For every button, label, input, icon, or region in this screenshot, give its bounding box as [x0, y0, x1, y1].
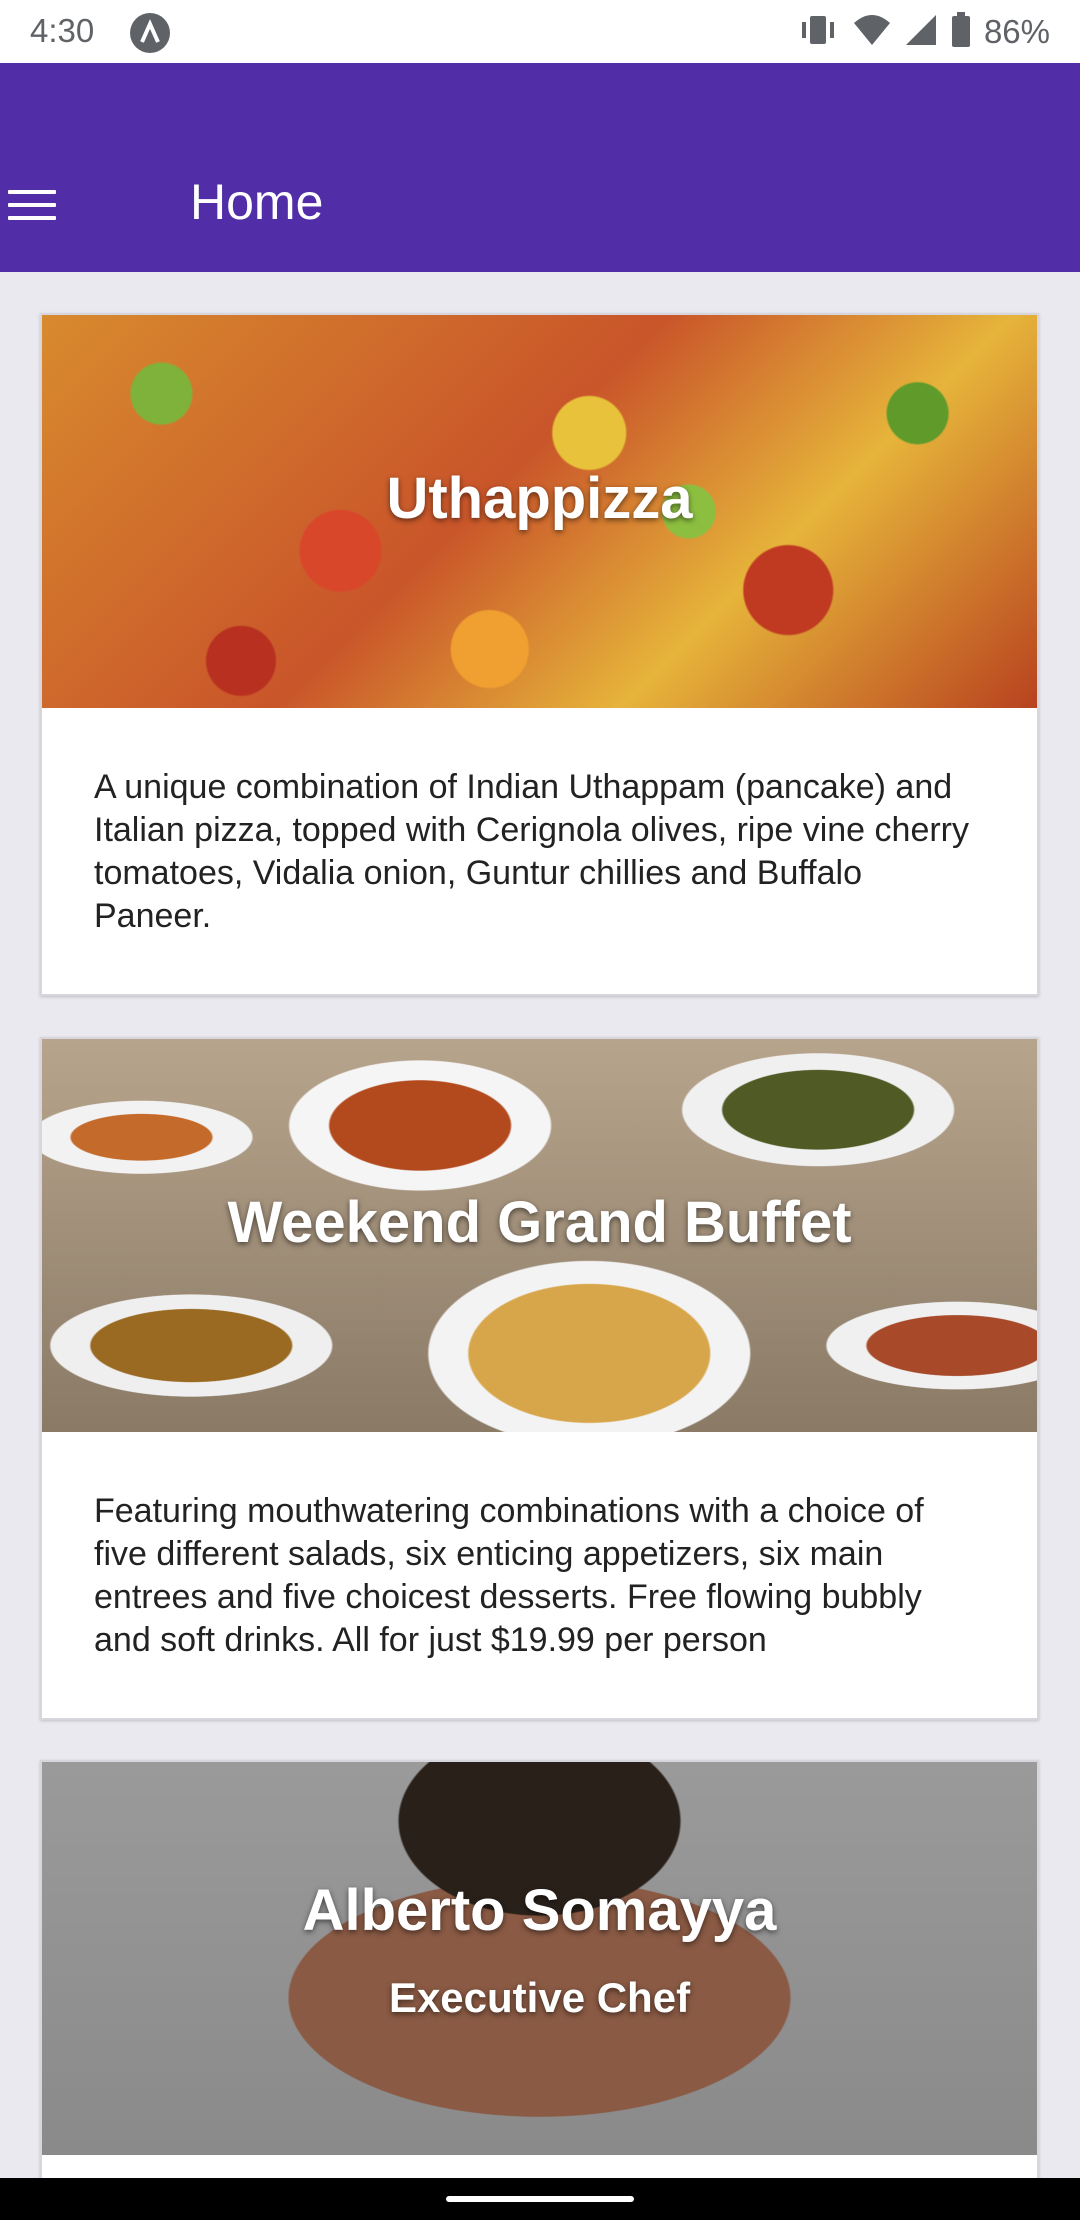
wifi-icon — [852, 13, 892, 52]
leader-role: Executive Chef — [388, 1974, 691, 2021]
status-time: 4:30 — [30, 12, 95, 49]
dish-card[interactable]: Uthappizza A unique combination of India… — [40, 313, 1039, 996]
system-navigation-bar — [0, 2178, 1080, 2220]
menu-icon[interactable] — [0, 173, 64, 237]
leader-card[interactable]: Alberto Somayya Executive Chef — [40, 1760, 1039, 2220]
dish-image: Uthappizza — [42, 315, 1037, 708]
dish-title: Uthappizza — [386, 466, 693, 531]
dish-description: A unique combination of Indian Uthappam … — [94, 768, 970, 935]
battery-percentage: 86% — [983, 13, 1050, 50]
leader-image: Alberto Somayya Executive Chef — [42, 1762, 1037, 2155]
app-notification-icon — [130, 13, 170, 53]
promotion-card[interactable]: Weekend Grand Buffet Featuring mouthwate… — [40, 1037, 1039, 1720]
promotion-image: Weekend Grand Buffet — [42, 1039, 1037, 1432]
promotion-description: Featuring mouthwatering combinations wit… — [94, 1492, 924, 1659]
home-gesture-handle[interactable] — [446, 2196, 634, 2202]
app-toolbar: Home — [0, 63, 1080, 272]
leader-name: Alberto Somayya — [302, 1878, 777, 1943]
vibrate-icon — [796, 13, 840, 52]
status-icons: 86% — [796, 10, 1050, 54]
promotion-title: Weekend Grand Buffet — [227, 1190, 852, 1255]
cellular-signal-icon — [904, 13, 938, 52]
status-bar: 4:30 86% — [0, 0, 1080, 63]
page-title: Home — [190, 174, 324, 230]
battery-icon — [950, 11, 972, 53]
